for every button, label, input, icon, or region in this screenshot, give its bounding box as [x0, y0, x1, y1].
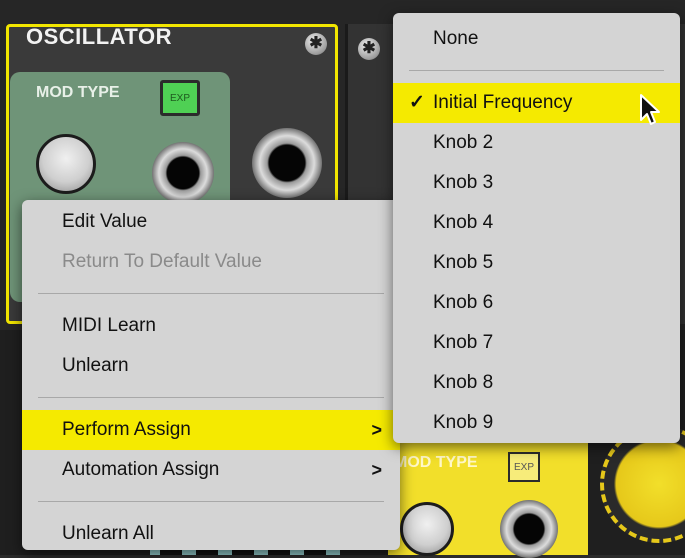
perform-assign-submenu: None ✓ Initial Frequency Knob 2 Knob 3 K…	[393, 13, 680, 443]
menu-item-label: Edit Value	[62, 211, 148, 232]
menu-item-label: Knob 7	[433, 332, 494, 353]
output-jack[interactable]	[252, 128, 322, 198]
menu-item-label: Knob 8	[433, 372, 494, 393]
mod-knob[interactable]	[36, 134, 96, 194]
lower-mod-knob[interactable]	[400, 502, 454, 556]
menu-item-label: Initial Frequency	[433, 92, 573, 113]
screw-icon: ✱	[358, 38, 380, 60]
menu-separator	[409, 70, 664, 71]
menu-item-label: MIDI Learn	[62, 315, 156, 336]
menu-item-label: Unlearn	[62, 355, 129, 376]
lower-mod-section: MOD TYPE EXP	[388, 440, 588, 558]
submenu-item-knob-2[interactable]: Knob 2	[393, 123, 680, 163]
lower-mod-type-label: MOD TYPE	[394, 454, 478, 471]
menu-separator	[38, 293, 384, 294]
submenu-item-initial-frequency[interactable]: ✓ Initial Frequency	[393, 83, 680, 123]
menu-item-label: Unlearn All	[62, 523, 154, 544]
mod-input-jack[interactable]	[152, 142, 214, 204]
mouse-pointer-icon	[640, 94, 660, 125]
menu-item-perform-assign[interactable]: Perform Assign >	[22, 410, 400, 450]
oscillator-title: OSCILLATOR	[26, 24, 172, 49]
menu-separator	[38, 501, 384, 502]
menu-item-unlearn-all[interactable]: Unlearn All	[22, 514, 400, 554]
submenu-item-none[interactable]: None	[393, 19, 680, 59]
lower-input-jack[interactable]	[500, 500, 558, 558]
menu-item-return-to-default: Return To Default Value	[22, 242, 400, 282]
checkmark-icon: ✓	[409, 92, 425, 113]
menu-item-edit-value[interactable]: Edit Value	[22, 202, 400, 242]
menu-item-label: Knob 6	[433, 292, 494, 313]
submenu-item-knob-8[interactable]: Knob 8	[393, 363, 680, 403]
menu-item-automation-assign[interactable]: Automation Assign >	[22, 450, 400, 490]
submenu-item-knob-9[interactable]: Knob 9	[393, 403, 680, 443]
submenu-item-knob-3[interactable]: Knob 3	[393, 163, 680, 203]
menu-item-midi-learn[interactable]: MIDI Learn	[22, 306, 400, 346]
menu-item-label: Knob 4	[433, 212, 494, 233]
chevron-right-icon: >	[371, 420, 382, 440]
exp-button[interactable]: EXP	[160, 80, 200, 116]
menu-item-label: Knob 2	[433, 132, 494, 153]
submenu-item-knob-7[interactable]: Knob 7	[393, 323, 680, 363]
menu-item-label: Return To Default Value	[62, 251, 262, 272]
menu-item-unlearn[interactable]: Unlearn	[22, 346, 400, 386]
mod-type-label: MOD TYPE	[36, 84, 120, 101]
menu-item-label: Automation Assign	[62, 459, 220, 480]
menu-item-label: Knob 3	[433, 172, 494, 193]
submenu-item-knob-5[interactable]: Knob 5	[393, 243, 680, 283]
menu-item-label: Knob 5	[433, 252, 494, 273]
lower-exp-button[interactable]: EXP	[508, 452, 540, 482]
menu-separator	[38, 397, 384, 398]
chevron-right-icon: >	[371, 460, 382, 480]
submenu-item-knob-6[interactable]: Knob 6	[393, 283, 680, 323]
parameter-context-menu: Edit Value Return To Default Value MIDI …	[22, 200, 400, 550]
menu-item-label: Perform Assign	[62, 419, 191, 440]
screw-icon: ✱	[305, 33, 327, 55]
menu-item-label: None	[433, 28, 479, 49]
submenu-item-knob-4[interactable]: Knob 4	[393, 203, 680, 243]
menu-item-label: Knob 9	[433, 412, 494, 433]
